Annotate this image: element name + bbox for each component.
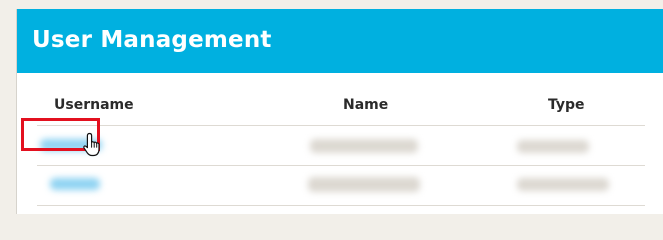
hand-pointer-icon (83, 132, 100, 157)
type-cell (517, 140, 589, 153)
header-divider (37, 125, 645, 126)
panel-header: User Management (17, 9, 663, 73)
username-link[interactable] (50, 178, 100, 190)
user-management-panel: User Management Username Name Type (16, 9, 663, 214)
column-header-name[interactable]: Name (343, 97, 388, 113)
page-title: User Management (32, 27, 272, 53)
row-divider (37, 165, 645, 166)
row-divider (37, 205, 645, 206)
column-header-username[interactable]: Username (54, 97, 134, 113)
name-cell (310, 139, 418, 153)
name-cell (308, 177, 420, 192)
column-header-type[interactable]: Type (548, 97, 585, 113)
type-cell (517, 178, 609, 191)
